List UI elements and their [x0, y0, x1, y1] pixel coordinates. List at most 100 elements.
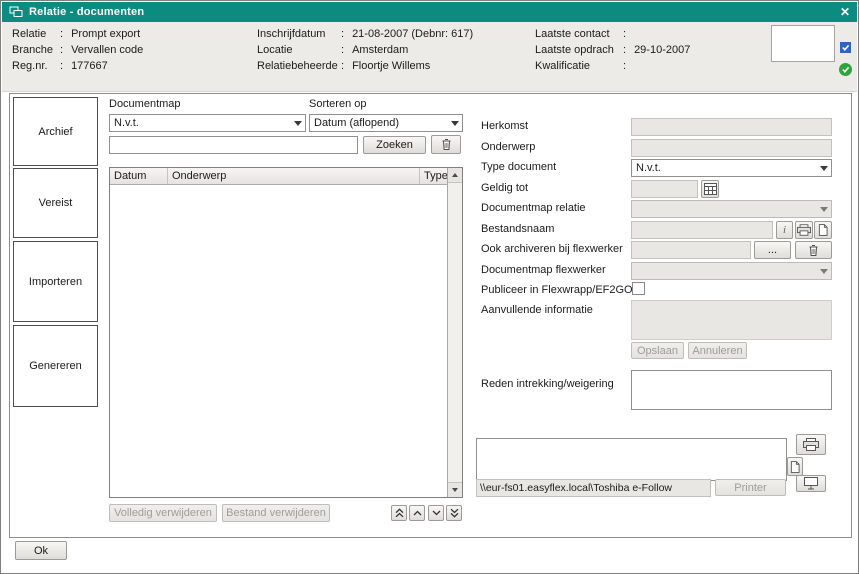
trash-icon [441, 138, 452, 151]
photo-placeholder [771, 25, 835, 62]
column-header-onderwerp: Onderwerp [168, 168, 420, 184]
scroll-down-button[interactable] [448, 482, 462, 497]
move-up-button[interactable] [409, 505, 425, 521]
onderwerp-input[interactable] [631, 139, 832, 157]
printer-icon-button[interactable] [796, 434, 826, 455]
aanvullende-informatie-textarea[interactable] [631, 300, 832, 340]
header-row: Relatie : Prompt export [12, 28, 140, 40]
move-top-button[interactable] [391, 505, 407, 521]
onderwerp-label: Onderwerp [481, 141, 535, 153]
calendar-icon [704, 183, 717, 195]
column-header-datum: Datum [110, 168, 168, 184]
chevron-up-icon [413, 510, 422, 516]
field-value: 177667 [71, 60, 108, 72]
documentmap-flexwerker-label: Documentmap flexwerker [481, 264, 606, 276]
documentmap-flexwerker-select[interactable] [631, 262, 832, 280]
colon: : [341, 28, 344, 40]
colon: : [623, 28, 626, 40]
print-preview-box [476, 438, 787, 481]
scroll-up-button[interactable] [448, 168, 462, 183]
opslaan-button[interactable]: Opslaan [631, 342, 684, 359]
status-ok-icon [839, 63, 852, 76]
bestandsnaam-input[interactable] [631, 221, 773, 239]
documentmap-label: Documentmap [109, 98, 181, 110]
herkomst-label: Herkomst [481, 120, 528, 132]
view-document-button[interactable] [814, 221, 832, 239]
file-info-button[interactable]: i [776, 221, 793, 239]
field-value: Prompt export [71, 28, 140, 40]
field-label: Branche [12, 44, 60, 56]
ok-button[interactable]: Ok [15, 541, 67, 560]
colon: : [60, 44, 63, 56]
documents-table: Datum Onderwerp Type [109, 167, 463, 498]
close-icon[interactable]: ✕ [840, 5, 850, 19]
print-document-button[interactable] [795, 221, 813, 239]
chevron-down-icon [294, 121, 302, 126]
volledig-verwijderen-button[interactable]: Volledig verwijderen [109, 504, 217, 522]
printer-path-input[interactable] [476, 479, 711, 497]
reden-intrekking-label: Reden intrekking/weigering [481, 378, 614, 390]
column-header-type: Type [420, 168, 447, 184]
header-row: Reg.nr. : 177667 [12, 60, 108, 72]
field-value: 29-10-2007 [634, 44, 690, 56]
field-label: Laatste contact [535, 28, 623, 40]
tab-genereren[interactable]: Genereren [13, 325, 98, 407]
chevron-down-icon [820, 269, 828, 274]
browse-button[interactable]: ... [754, 241, 791, 259]
bestandsnaam-label: Bestandsnaam [481, 223, 554, 235]
tab-vereist[interactable]: Vereist [13, 168, 98, 238]
field-value: Amsterdam [352, 44, 408, 56]
move-bottom-button[interactable] [446, 505, 462, 521]
calendar-button[interactable] [701, 180, 719, 198]
herkomst-input[interactable] [631, 118, 832, 136]
scroll-up-icon [452, 173, 458, 177]
printer-icon [797, 224, 811, 236]
documentmap-relatie-label: Documentmap relatie [481, 202, 586, 214]
colon: : [623, 44, 626, 56]
remove-flexwerker-copy-button[interactable] [795, 241, 832, 259]
move-down-button[interactable] [428, 505, 444, 521]
field-label: Laatste opdrach [535, 44, 623, 56]
field-value: 21-08-2007 (Debnr: 617) [352, 28, 473, 40]
sorteren-op-label: Sorteren op [309, 98, 366, 110]
document-icon [790, 461, 800, 473]
vertical-scrollbar[interactable] [447, 168, 462, 497]
documentmap-relatie-select[interactable] [631, 200, 832, 218]
title-bar: Relatie - documenten ✕ [2, 2, 857, 22]
field-label: Relatiebeheerde [257, 60, 341, 72]
printer-select-button[interactable]: Printer [715, 479, 786, 496]
colon: : [623, 60, 626, 72]
field-label: Inschrijfdatum [257, 28, 341, 40]
type-document-selected-value: N.v.t. [636, 162, 661, 174]
tab-importeren[interactable]: Importeren [13, 241, 98, 322]
type-document-select[interactable]: N.v.t. [631, 159, 832, 177]
zoeken-button[interactable]: Zoeken [363, 136, 426, 154]
search-input[interactable] [109, 136, 358, 154]
header-row: Locatie : Amsterdam [257, 44, 408, 56]
documentmap-select[interactable]: N.v.t. [109, 114, 306, 132]
delete-document-button[interactable] [431, 135, 461, 154]
reden-intrekking-textarea[interactable] [631, 370, 832, 410]
header-checkbox[interactable] [840, 42, 851, 53]
document-icon-button[interactable] [787, 457, 803, 476]
aanvullende-informatie-label: Aanvullende informatie [481, 304, 593, 316]
monitor-icon-button[interactable] [796, 475, 826, 492]
ook-archiveren-input[interactable] [631, 241, 751, 259]
sorteren-op-select[interactable]: Datum (aflopend) [309, 114, 463, 132]
header-row: Branche : Vervallen code [12, 44, 143, 56]
tab-archief[interactable]: Archief [13, 97, 98, 166]
annuleren-button[interactable]: Annuleren [688, 342, 747, 359]
check-icon [841, 65, 850, 74]
documents-list[interactable] [110, 186, 447, 497]
tab-label: Genereren [29, 360, 82, 372]
relatie-documenten-window: Relatie - documenten ✕ Relatie : Prompt … [0, 0, 859, 574]
geldig-tot-input[interactable] [631, 180, 698, 198]
double-chevron-down-icon [450, 508, 459, 518]
colon: : [341, 60, 344, 72]
publiceer-label: Publiceer in Flexwrapp/EF2GO [481, 284, 633, 296]
bestand-verwijderen-button[interactable]: Bestand verwijderen [222, 504, 330, 522]
relation-info-header: Relatie : Prompt export Branche : Verval… [2, 22, 857, 92]
colon: : [60, 28, 63, 40]
publiceer-checkbox[interactable] [632, 282, 645, 295]
chevron-down-icon [820, 166, 828, 171]
